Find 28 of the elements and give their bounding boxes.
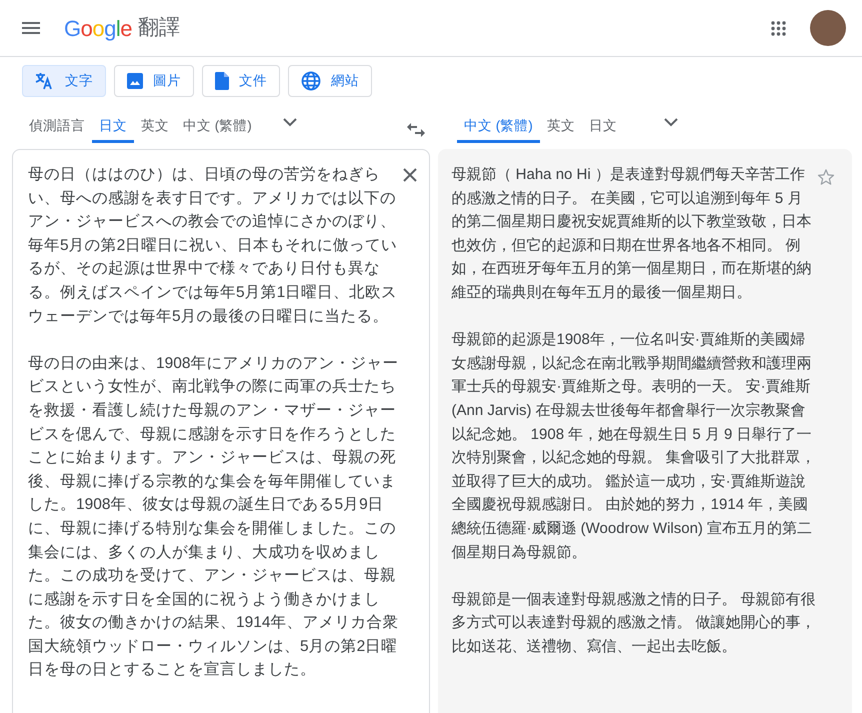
star-icon[interactable] bbox=[817, 168, 835, 186]
apps-grid-icon[interactable] bbox=[771, 20, 786, 36]
translated-paragraph: 母親節（ Haha no Hi ）是表達對母親們每天辛苦工作的感激之情的日子。 在美國，它可以追溯到每年 5 月的第二個星期日慶祝安妮賈維斯的以下教堂致敬，日本也效仿，但它的起源和日期在世界各地各不相同。 例如，在西班牙每年五月的第一個星期日，而在斯堪的納維亞的瑞典則在每年五月的最後一個星期日。 bbox=[452, 165, 812, 303]
swap-languages-icon[interactable] bbox=[407, 123, 425, 137]
menu-icon[interactable] bbox=[22, 22, 40, 34]
mode-tab[interactable]: 網站 bbox=[288, 65, 372, 97]
translated-paragraph: 母親節是一個表達對母親感激之情的日子。 母親節有很多方式可以表達對母親的感激之情。 做讓她開心的事，比如送花、送禮物、寫信、一起出去吃飯。 bbox=[452, 590, 817, 657]
language-tab[interactable]: 英文 bbox=[540, 113, 582, 143]
language-tab[interactable]: 英文 bbox=[134, 113, 176, 143]
image-icon bbox=[127, 73, 143, 89]
close-icon[interactable] bbox=[402, 168, 416, 182]
source-paragraph: 母の日（ははのひ）は、日頃の母の苦労をねぎらい、母への感謝を表す日です。アメリカでは以下のアン・ジャービスへの教会での追悼にさかのぼり、毎年5月の第2日曜日に祝い、日本もそれに倣っているが、その起源は世界中で様々であり日付も異なる。例えばスペインでは毎年5月第1日曜日、北欧スウェーデンでは毎年5月の最後の日曜日に当たる。 bbox=[28, 165, 398, 327]
mode-tab[interactable]: 文字 bbox=[22, 65, 106, 97]
source-text-area[interactable] bbox=[12, 149, 430, 713]
mode-tab[interactable]: 文件 bbox=[202, 65, 280, 97]
language-tab[interactable]: 偵測語言 bbox=[22, 113, 92, 143]
language-tab[interactable]: 中文 (繁體) bbox=[457, 113, 540, 143]
language-tab[interactable]: 日文 bbox=[92, 113, 134, 143]
google-logo[interactable]: Google bbox=[64, 12, 132, 44]
app-title: 翻譯 bbox=[138, 15, 180, 42]
translated-paragraph: 母親節的起源是1908年，一位名叫安·賈維斯的美國婦女感謝母親，以紀念在南北戰爭期間繼續營救和護理兩軍士兵的母親安·賈維斯之母。表明的一天。 安·賈維斯 (Ann Jarvis) 在母親去世後每年都會舉行一次宗教聚會以紀念她。 1908 年，她在母親生日 5 月 9 日舉行了一次特別聚會，以紀念她的母親。 集會吸引了大批群眾，並取得了巨大的成功。 鑑於這一成功，安·賈維斯遊說全國慶祝母親感謝日。 由於她的努力，1914 年，美國總統伍德羅·威爾遜 (Woodrow Wilson) 宣布五月的第二個星期日為母親節。 bbox=[452, 330, 817, 562]
document-icon bbox=[215, 72, 229, 90]
source-paragraph: 母の日の由来は、1908年にアメリカのアン・ジャービスという女性が、南北戦争の際に両軍の兵士たちを救援・看護し続けた母親のアン・マザー・ジャービスを偲んで、母親に感謝を示す日を作ろうとしたことに始まります。アン・ジャービスは、母親の死後、母親に捧げる宗教的な集会を毎年開催していました。1908年、彼女は母親の誕生日である5月9日に、母親に捧げる特別な集会を開催しました。この集会には、多くの人が集まり、大成功を収めました。この成功を受けて、アン・ジャービスは、母親に感謝を示す日を全国的に祝うよう働きかけました。彼女の働きかけの結果、1914年、アメリカ合衆国大統領ウッドロー・ウィルソンは、5月の第2日曜日を母の日とすることを宣言しました。 bbox=[28, 354, 400, 680]
mode-tab[interactable]: 圖片 bbox=[114, 65, 194, 97]
avatar[interactable] bbox=[810, 10, 846, 46]
language-tab[interactable]: 日文 bbox=[582, 113, 624, 143]
globe-icon bbox=[301, 71, 321, 91]
language-tab[interactable]: 中文 (繁體) bbox=[176, 113, 259, 143]
